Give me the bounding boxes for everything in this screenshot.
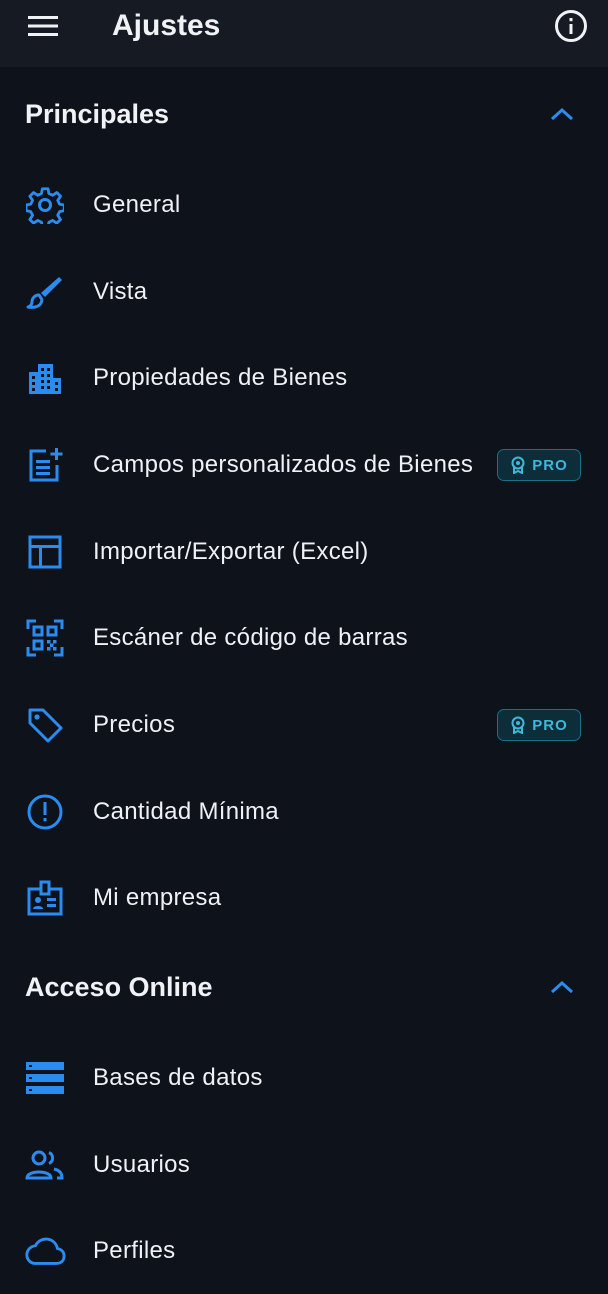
- post-add-icon: [24, 445, 66, 485]
- settings-item-perfiles[interactable]: Perfiles: [0, 1208, 608, 1294]
- gear-icon: [24, 185, 66, 225]
- settings-item-label: Precios: [93, 711, 176, 738]
- settings-item-label: Importar/Exportar (Excel): [93, 538, 369, 565]
- settings-item-precios[interactable]: Precios PRO: [0, 682, 608, 768]
- settings-item-cantidad-minima[interactable]: Cantidad Mínima: [0, 769, 608, 855]
- section-title: Acceso Online: [25, 972, 213, 1002]
- settings-item-label: Perfiles: [93, 1237, 176, 1264]
- app-bar: Ajustes: [0, 0, 608, 67]
- award-icon: [510, 456, 526, 474]
- hamburger-menu-icon: [28, 15, 58, 37]
- settings-item-label: General: [93, 191, 181, 218]
- chevron-up-icon[interactable]: [544, 969, 580, 1005]
- settings-item-label: Escáner de código de barras: [93, 624, 408, 651]
- section-title: Principales: [25, 99, 170, 129]
- settings-item-importar-exportar[interactable]: Importar/Exportar (Excel): [0, 509, 608, 595]
- storage-icon: [24, 1058, 66, 1098]
- alert-circle-icon: [24, 792, 66, 832]
- pro-badge-label: PRO: [532, 456, 568, 474]
- settings-item-label: Campos personalizados de Bienes: [93, 451, 474, 478]
- pro-badge-label: PRO: [532, 716, 568, 734]
- settings-item-label: Cantidad Mínima: [93, 798, 279, 825]
- building-icon: [24, 358, 66, 398]
- settings-item-vista[interactable]: Vista: [0, 249, 608, 335]
- award-icon: [510, 716, 526, 734]
- settings-item-label: Usuarios: [93, 1151, 191, 1178]
- settings-item-usuarios[interactable]: Usuarios: [0, 1122, 608, 1208]
- section-header-acceso-online[interactable]: Acceso Online: [0, 957, 608, 1017]
- menu-button[interactable]: [22, 8, 64, 44]
- cloud-icon: [24, 1231, 66, 1271]
- badge-id-icon: [24, 878, 66, 918]
- brush-icon: [24, 272, 66, 312]
- settings-item-label: Vista: [93, 278, 148, 305]
- settings-item-label: Propiedades de Bienes: [93, 364, 348, 391]
- table-icon: [24, 532, 66, 572]
- settings-item-general[interactable]: General: [0, 162, 608, 248]
- settings-item-bases-de-datos[interactable]: Bases de datos: [0, 1035, 608, 1121]
- pro-badge: PRO: [497, 449, 581, 481]
- settings-item-escaner[interactable]: Escáner de código de barras: [0, 595, 608, 681]
- section-header-principales[interactable]: Principales: [0, 84, 608, 144]
- page-title: Ajustes: [112, 9, 221, 42]
- tag-icon: [24, 705, 66, 745]
- settings-item-label: Mi empresa: [93, 884, 222, 911]
- pro-badge: PRO: [497, 709, 581, 741]
- settings-item-mi-empresa[interactable]: Mi empresa: [0, 855, 608, 941]
- settings-item-propiedades[interactable]: Propiedades de Bienes: [0, 335, 608, 421]
- info-circle-icon: [554, 9, 588, 43]
- chevron-up-icon[interactable]: [544, 96, 580, 132]
- settings-item-label: Bases de datos: [93, 1064, 263, 1091]
- qr-code-icon: [24, 618, 66, 658]
- people-icon: [24, 1145, 66, 1185]
- info-button[interactable]: [550, 6, 592, 46]
- settings-item-campos-personalizados[interactable]: Campos personalizados de Bienes PRO: [0, 422, 608, 508]
